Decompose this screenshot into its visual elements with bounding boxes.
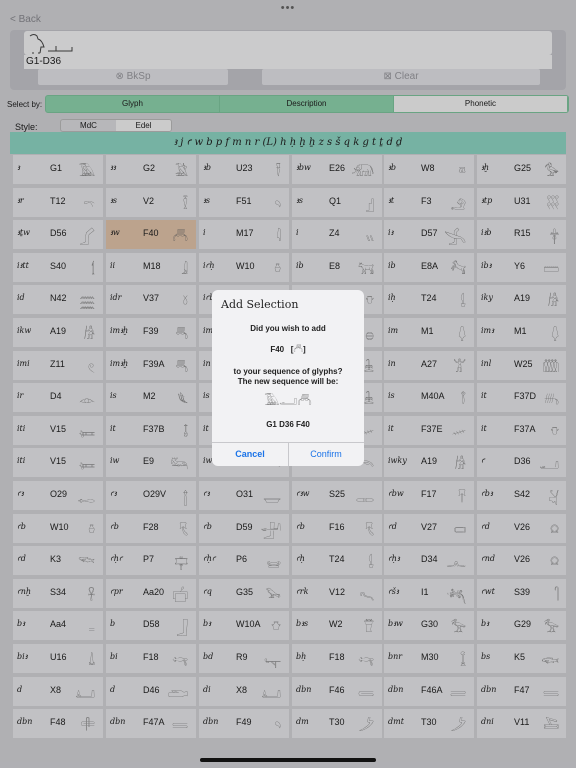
- confirm-button[interactable]: Confirm: [288, 442, 364, 466]
- dialog-title: Add Selection: [221, 298, 299, 311]
- dialog-new-sequence: G1 D36 F40: [266, 420, 310, 429]
- dialog-sequence-glyphs-icon: 𓅀𓂝𓄫: [264, 394, 312, 408]
- cancel-button[interactable]: Cancel: [212, 442, 288, 466]
- home-indicator: [200, 758, 376, 762]
- dialog-bracket-close: ]: [303, 345, 306, 354]
- dialog-glyph-icon: 𓄫: [293, 345, 303, 354]
- dialog-line3: The new sequence will be:: [237, 377, 339, 386]
- dialog-glyph-code: F40: [270, 345, 285, 354]
- dialog-question: Did you wish to add: [250, 324, 326, 333]
- add-selection-dialog: Add Selection Did you wish to add F40 [𓄫…: [212, 290, 364, 466]
- dialog-glyph-line: F40 [𓄫]: [212, 345, 364, 355]
- dialog-line2: to your sequence of glyphs?: [233, 367, 343, 376]
